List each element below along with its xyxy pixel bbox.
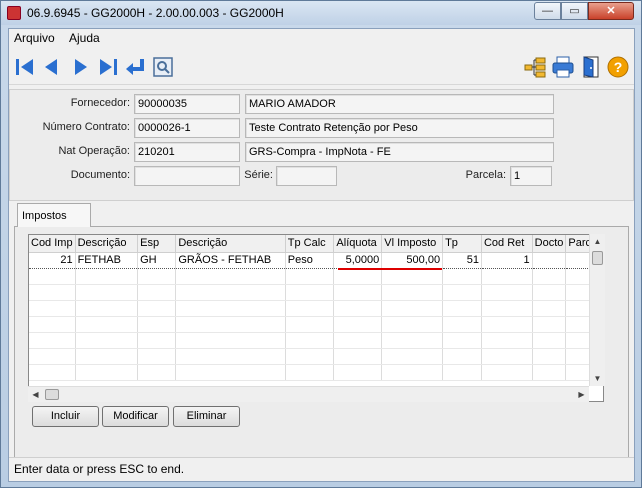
- print-icon[interactable]: [551, 55, 575, 79]
- empty-row[interactable]: [29, 268, 603, 285]
- fornecedor-code-field[interactable]: 90000035: [134, 94, 240, 114]
- next-record-icon[interactable]: [69, 55, 93, 79]
- serie-label: Série:: [244, 169, 273, 181]
- modificar-button[interactable]: Modificar: [102, 406, 169, 427]
- vertical-scroll-thumb[interactable]: [592, 251, 603, 265]
- cell-esp[interactable]: GH: [137, 251, 177, 269]
- col-descricao-esp[interactable]: Descrição: [175, 235, 286, 253]
- close-button[interactable]: ✕: [588, 2, 634, 20]
- last-record-icon[interactable]: [96, 55, 120, 79]
- impostos-grid[interactable]: Cod Imp Descrição Esp Descrição Tp Calc …: [28, 234, 604, 402]
- empty-row[interactable]: [29, 316, 603, 333]
- empty-row[interactable]: [29, 284, 603, 301]
- grid-header-row: Cod Imp Descrição Esp Descrição Tp Calc …: [29, 235, 603, 253]
- minimize-button[interactable]: —: [534, 2, 561, 20]
- empty-row[interactable]: [29, 332, 603, 349]
- cell-aliquota[interactable]: 5,0000: [333, 251, 383, 269]
- toolbar: ?: [9, 49, 634, 85]
- parcela-field[interactable]: 1: [510, 166, 552, 186]
- client-area: Arquivo Ajuda ? Fornecedor: 90000035 MAR…: [8, 28, 635, 482]
- previous-record-icon[interactable]: [39, 55, 63, 79]
- title-bar[interactable]: 06.9.6945 - GG2000H - 2.00.00.003 - GG20…: [1, 1, 641, 25]
- serie-field[interactable]: [276, 166, 337, 186]
- highlight-underline: [338, 268, 442, 270]
- menu-arquivo[interactable]: Arquivo: [14, 31, 55, 45]
- exit-door-icon[interactable]: [579, 55, 603, 79]
- col-aliquota[interactable]: Alíquota: [333, 235, 383, 253]
- header-panel: Fornecedor: 90000035 MARIO AMADOR Número…: [9, 89, 634, 201]
- tab-impostos[interactable]: Impostos: [17, 203, 91, 227]
- natop-label: Nat Operação:: [58, 145, 130, 157]
- col-cod-ret[interactable]: Cod Ret: [481, 235, 533, 253]
- empty-row[interactable]: [29, 364, 603, 381]
- contrato-label: Número Contrato:: [42, 121, 130, 133]
- contrato-desc-field[interactable]: Teste Contrato Retenção por Peso: [245, 118, 554, 138]
- grid-horizontal-scrollbar[interactable]: ◀ ▶: [28, 386, 589, 402]
- tree-structure-icon[interactable]: [523, 55, 547, 79]
- documento-field[interactable]: [134, 166, 240, 186]
- horizontal-scroll-thumb[interactable]: [45, 389, 59, 400]
- cell-docto[interactable]: [532, 251, 567, 269]
- contrato-code-field[interactable]: 0000026-1: [134, 118, 240, 138]
- col-esp[interactable]: Esp: [137, 235, 177, 253]
- scroll-left-icon[interactable]: ◀: [28, 387, 43, 402]
- fornecedor-name-field[interactable]: MARIO AMADOR: [245, 94, 554, 114]
- parcela-label: Parcela:: [465, 169, 506, 181]
- col-docto[interactable]: Docto: [532, 235, 567, 253]
- col-descricao[interactable]: Descrição: [75, 235, 139, 253]
- maximize-button[interactable]: ▭: [561, 2, 588, 20]
- col-cod-imp[interactable]: Cod Imp: [29, 235, 76, 253]
- col-tp-calc[interactable]: Tp Calc: [285, 235, 335, 253]
- eliminar-button[interactable]: Eliminar: [173, 406, 240, 427]
- col-tp[interactable]: Tp: [442, 235, 482, 253]
- fornecedor-label: Fornecedor:: [70, 97, 130, 109]
- scroll-right-icon[interactable]: ▶: [574, 387, 589, 402]
- natop-code-field[interactable]: 210201: [134, 142, 240, 162]
- menu-ajuda[interactable]: Ajuda: [69, 31, 100, 45]
- cell-descricao[interactable]: FETHAB: [75, 251, 139, 269]
- search-icon[interactable]: [151, 55, 175, 79]
- documento-label: Documento:: [70, 169, 130, 181]
- window-title: 06.9.6945 - GG2000H - 2.00.00.003 - GG20…: [27, 6, 284, 20]
- table-row[interactable]: 21 FETHAB GH GRÃOS - FETHAB Peso 5,0000 …: [29, 251, 603, 269]
- empty-row[interactable]: [29, 300, 603, 317]
- cell-cod-imp[interactable]: 21: [29, 251, 76, 269]
- status-bar: Enter data or press ESC to end.: [9, 457, 634, 481]
- col-vl-imposto[interactable]: Vl Imposto: [381, 235, 444, 253]
- app-window: 06.9.6945 - GG2000H - 2.00.00.003 - GG20…: [0, 0, 642, 488]
- incluir-button[interactable]: Incluir: [32, 406, 99, 427]
- cell-vl-imposto[interactable]: 500,00: [381, 251, 444, 269]
- grid-vertical-scrollbar[interactable]: ▲ ▼: [589, 234, 605, 386]
- cell-cod-ret[interactable]: 1: [481, 251, 533, 269]
- menu-bar: Arquivo Ajuda: [9, 29, 634, 47]
- return-icon[interactable]: [123, 55, 147, 79]
- empty-row[interactable]: [29, 348, 603, 365]
- scroll-up-icon[interactable]: ▲: [590, 234, 605, 249]
- scroll-down-icon[interactable]: ▼: [590, 371, 605, 386]
- cell-tp-calc[interactable]: Peso: [285, 251, 335, 269]
- help-icon[interactable]: ?: [606, 55, 630, 79]
- natop-desc-field[interactable]: GRS-Compra - ImpNota - FE: [245, 142, 554, 162]
- svg-text:?: ?: [614, 59, 623, 75]
- app-icon: [7, 6, 21, 20]
- first-record-icon[interactable]: [13, 55, 37, 79]
- cell-tp[interactable]: 51: [442, 251, 482, 269]
- cell-descricao-esp[interactable]: GRÃOS - FETHAB: [175, 251, 286, 269]
